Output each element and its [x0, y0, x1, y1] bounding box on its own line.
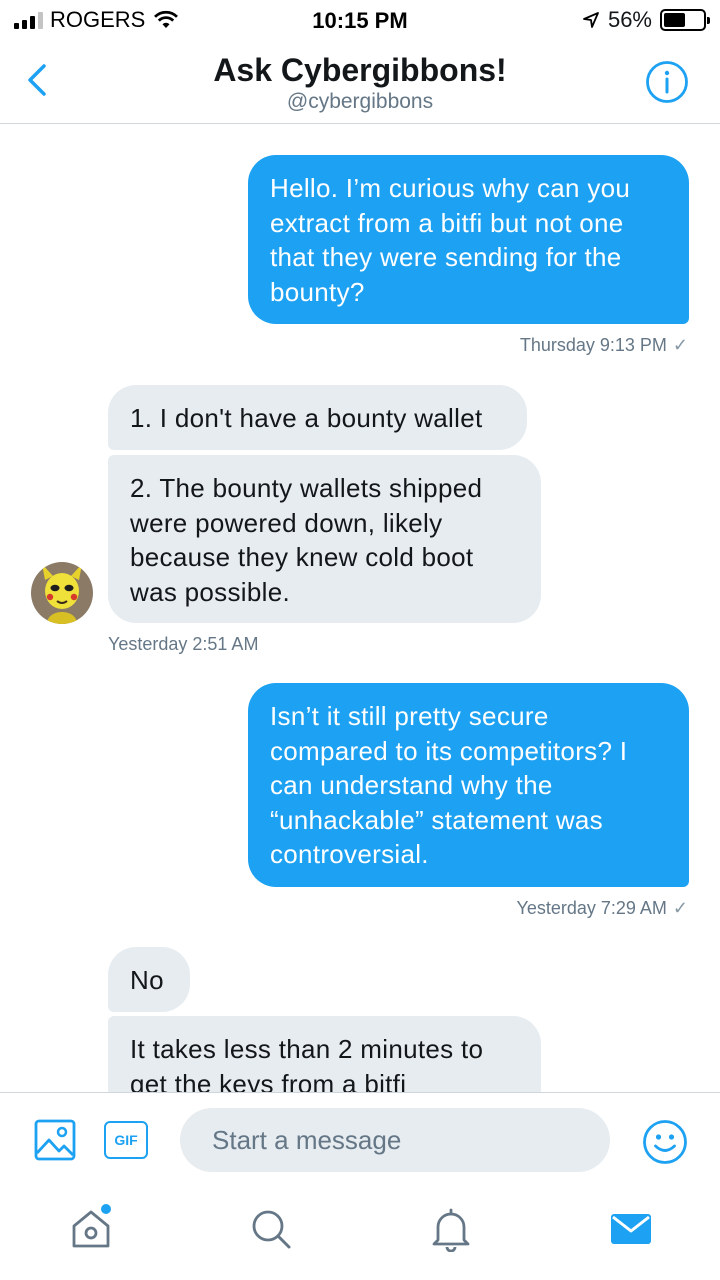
status-bar: ROGERS 10:15 PM 56%	[0, 0, 720, 40]
battery-fill	[664, 13, 686, 27]
status-right: 56%	[582, 7, 710, 33]
tab-search[interactable]	[248, 1206, 294, 1252]
message-timestamp: Yesterday 7:29 AM ✓	[516, 898, 688, 919]
message-thread[interactable]: Hello. I’m curious why can you extract f…	[0, 125, 720, 1092]
info-icon	[646, 61, 688, 103]
tab-messages[interactable]	[608, 1206, 654, 1252]
emoji-icon	[643, 1120, 687, 1164]
timestamp-text: Yesterday 7:29 AM	[516, 898, 667, 918]
message-bubble-received[interactable]: 1. I don't have a bounty wallet	[108, 385, 527, 450]
message-bubble-received[interactable]: 2. The bounty wallets shipped were power…	[108, 455, 541, 623]
notifications-icon	[432, 1208, 470, 1253]
conversation-title: Ask Cybergibbons!	[213, 52, 507, 88]
battery-icon	[660, 9, 710, 31]
messages-icon	[611, 1214, 651, 1244]
search-icon	[252, 1210, 291, 1249]
message-bubble-sent[interactable]: Hello. I’m curious why can you extract f…	[248, 155, 689, 324]
add-photo-button[interactable]	[34, 1119, 76, 1161]
gif-button[interactable]: GIF	[104, 1121, 148, 1159]
battery-tip	[707, 17, 710, 24]
conversation-handle: @cybergibbons	[286, 90, 434, 113]
message-timestamp: Thursday 9:13 PM ✓	[520, 335, 688, 356]
new-tweets-dot	[101, 1204, 111, 1214]
tab-bar	[0, 1188, 720, 1280]
gif-icon: GIF	[114, 1132, 138, 1148]
message-timestamp: Yesterday 2:51 AM	[108, 634, 259, 654]
message-composer: GIF	[0, 1092, 720, 1188]
location-arrow-icon	[583, 12, 599, 28]
image-icon	[34, 1119, 76, 1161]
message-bubble-received[interactable]: No	[108, 947, 190, 1012]
message-bubble-received[interactable]: It takes less than 2 minutes to get the …	[108, 1016, 541, 1092]
timestamp-text: Thursday 9:13 PM	[519, 335, 667, 355]
read-check-icon: ✓	[672, 898, 688, 918]
message-bubble-sent[interactable]: Isn’t it still pretty secure compared to…	[248, 683, 689, 887]
message-input[interactable]	[180, 1108, 610, 1172]
avatar[interactable]	[31, 562, 93, 624]
avatar-image	[31, 562, 93, 624]
battery-percent: 56%	[607, 7, 652, 32]
conversation-header: Ask Cybergibbons! @cybergibbons	[0, 40, 720, 124]
read-check-icon: ✓	[672, 335, 688, 355]
info-button[interactable]	[645, 60, 689, 104]
emoji-button[interactable]	[642, 1119, 688, 1165]
tab-notifications[interactable]	[428, 1206, 474, 1253]
